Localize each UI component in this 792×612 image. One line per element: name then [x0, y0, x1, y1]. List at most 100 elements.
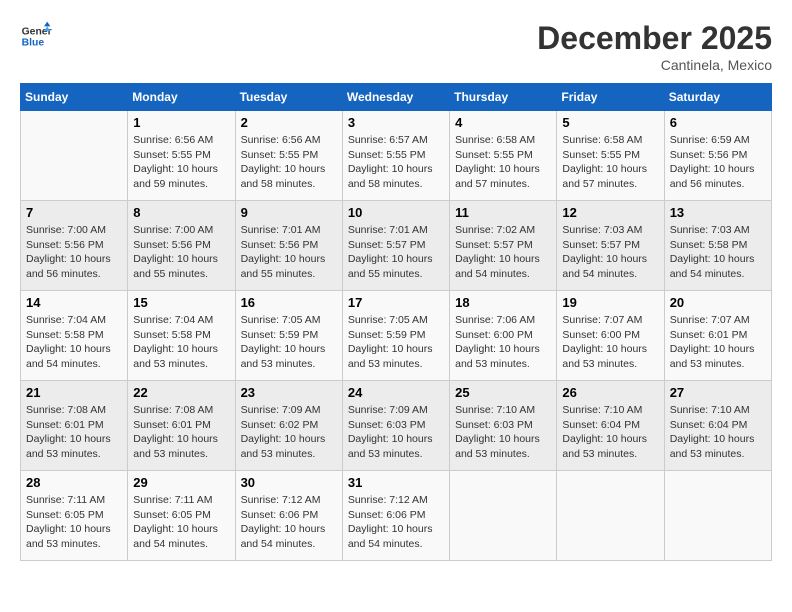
day-number: 20 — [670, 295, 766, 310]
calendar-cell: 13 Sunrise: 7:03 AMSunset: 5:58 PMDayligh… — [664, 201, 771, 291]
day-number: 13 — [670, 205, 766, 220]
day-number: 21 — [26, 385, 122, 400]
day-info: Sunrise: 7:07 AMSunset: 6:01 PMDaylight:… — [670, 313, 766, 372]
calendar-table: SundayMondayTuesdayWednesdayThursdayFrid… — [20, 83, 772, 561]
day-info: Sunrise: 6:56 AMSunset: 5:55 PMDaylight:… — [241, 133, 337, 192]
day-info: Sunrise: 7:01 AMSunset: 5:57 PMDaylight:… — [348, 223, 444, 282]
day-number: 23 — [241, 385, 337, 400]
calendar-cell: 26Sunrise: 7:10 AMSunset: 6:04 PMDayligh… — [557, 381, 664, 471]
col-header-friday: Friday — [557, 84, 664, 111]
calendar-cell: 23 Sunrise: 7:09 AMSunset: 6:02 PMDayligh… — [235, 381, 342, 471]
day-number: 29 — [133, 475, 229, 490]
calendar-cell: 15Sunrise: 7:04 AMSunset: 5:58 PMDayligh… — [128, 291, 235, 381]
day-number: 25 — [455, 385, 551, 400]
day-number: 11 — [455, 205, 551, 220]
day-info: Sunrise: 6:56 AMSunset: 5:55 PMDaylight:… — [133, 133, 229, 192]
week-row-2: 7 Sunrise: 7:00 AMSunset: 5:56 PMDaylight… — [21, 201, 772, 291]
day-info: Sunrise: 7:03 AMSunset: 5:57 PMDaylight:… — [562, 223, 658, 282]
calendar-cell: 5 Sunrise: 6:58 AMSunset: 5:55 PMDaylight… — [557, 111, 664, 201]
calendar-cell — [450, 471, 557, 561]
day-number: 3 — [348, 115, 444, 130]
calendar-cell: 22Sunrise: 7:08 AMSunset: 6:01 PMDayligh… — [128, 381, 235, 471]
location-subtitle: Cantinela, Mexico — [537, 57, 772, 73]
calendar-cell: 16Sunrise: 7:05 AMSunset: 5:59 PMDayligh… — [235, 291, 342, 381]
week-row-5: 28 Sunrise: 7:11 AMSunset: 6:05 PMDayligh… — [21, 471, 772, 561]
day-number: 9 — [241, 205, 337, 220]
day-info: Sunrise: 7:07 AMSunset: 6:00 PMDaylight:… — [562, 313, 658, 372]
calendar-cell: 30Sunrise: 7:12 AMSunset: 6:06 PMDayligh… — [235, 471, 342, 561]
day-info: Sunrise: 7:04 AMSunset: 5:58 PMDaylight:… — [26, 313, 122, 372]
day-number: 12 — [562, 205, 658, 220]
logo-icon: General Blue — [20, 20, 52, 52]
col-header-tuesday: Tuesday — [235, 84, 342, 111]
col-header-sunday: Sunday — [21, 84, 128, 111]
day-info: Sunrise: 7:11 AMSunset: 6:05 PMDaylight:… — [133, 493, 229, 552]
calendar-cell: 4Sunrise: 6:58 AMSunset: 5:55 PMDaylight… — [450, 111, 557, 201]
day-info: Sunrise: 7:05 AMSunset: 5:59 PMDaylight:… — [241, 313, 337, 372]
day-info: Sunrise: 7:03 AMSunset: 5:58 PMDaylight:… — [670, 223, 766, 282]
calendar-cell: 17 Sunrise: 7:05 AMSunset: 5:59 PMDayligh… — [342, 291, 449, 381]
month-title: December 2025 — [537, 20, 772, 57]
day-info: Sunrise: 7:10 AMSunset: 6:04 PMDaylight:… — [670, 403, 766, 462]
calendar-cell: 25 Sunrise: 7:10 AMSunset: 6:03 PMDayligh… — [450, 381, 557, 471]
calendar-cell: 2 Sunrise: 6:56 AMSunset: 5:55 PMDaylight… — [235, 111, 342, 201]
day-number: 8 — [133, 205, 229, 220]
day-number: 27 — [670, 385, 766, 400]
title-block: December 2025 Cantinela, Mexico — [537, 20, 772, 73]
calendar-cell: 9 Sunrise: 7:01 AMSunset: 5:56 PMDaylight… — [235, 201, 342, 291]
day-info: Sunrise: 7:00 AMSunset: 5:56 PMDaylight:… — [133, 223, 229, 282]
day-number: 7 — [26, 205, 122, 220]
logo: General Blue — [20, 20, 52, 52]
calendar-cell: 21Sunrise: 7:08 AMSunset: 6:01 PMDayligh… — [21, 381, 128, 471]
calendar-cell: 7Sunrise: 7:00 AMSunset: 5:56 PMDaylight… — [21, 201, 128, 291]
calendar-cell — [557, 471, 664, 561]
day-info: Sunrise: 7:10 AMSunset: 6:03 PMDaylight:… — [455, 403, 551, 462]
day-number: 15 — [133, 295, 229, 310]
svg-text:Blue: Blue — [22, 38, 45, 49]
calendar-cell: 14Sunrise: 7:04 AMSunset: 5:58 PMDayligh… — [21, 291, 128, 381]
calendar-cell: 27 Sunrise: 7:10 AMSunset: 6:04 PMDayligh… — [664, 381, 771, 471]
calendar-cell: 3Sunrise: 6:57 AMSunset: 5:55 PMDaylight… — [342, 111, 449, 201]
day-info: Sunrise: 7:11 AMSunset: 6:05 PMDaylight:… — [26, 493, 122, 552]
calendar-cell: 6Sunrise: 6:59 AMSunset: 5:56 PMDaylight… — [664, 111, 771, 201]
day-number: 5 — [562, 115, 658, 130]
calendar-cell — [21, 111, 128, 201]
calendar-cell: 20 Sunrise: 7:07 AMSunset: 6:01 PMDayligh… — [664, 291, 771, 381]
day-number: 19 — [562, 295, 658, 310]
calendar-cell: 29 Sunrise: 7:11 AMSunset: 6:05 PMDayligh… — [128, 471, 235, 561]
week-row-1: 1 Sunrise: 6:56 AMSunset: 5:55 PMDaylight… — [21, 111, 772, 201]
calendar-cell: 11 Sunrise: 7:02 AMSunset: 5:57 PMDayligh… — [450, 201, 557, 291]
day-number: 6 — [670, 115, 766, 130]
calendar-cell: 10 Sunrise: 7:01 AMSunset: 5:57 PMDayligh… — [342, 201, 449, 291]
day-number: 17 — [348, 295, 444, 310]
day-number: 28 — [26, 475, 122, 490]
week-row-3: 14Sunrise: 7:04 AMSunset: 5:58 PMDayligh… — [21, 291, 772, 381]
page-header: General Blue December 2025 Cantinela, Me… — [20, 20, 772, 73]
calendar-cell: 19 Sunrise: 7:07 AMSunset: 6:00 PMDayligh… — [557, 291, 664, 381]
day-number: 10 — [348, 205, 444, 220]
day-number: 2 — [241, 115, 337, 130]
calendar-cell: 1 Sunrise: 6:56 AMSunset: 5:55 PMDaylight… — [128, 111, 235, 201]
col-header-wednesday: Wednesday — [342, 84, 449, 111]
col-header-thursday: Thursday — [450, 84, 557, 111]
day-number: 30 — [241, 475, 337, 490]
day-number: 1 — [133, 115, 229, 130]
day-info: Sunrise: 7:05 AMSunset: 5:59 PMDaylight:… — [348, 313, 444, 372]
calendar-cell: 28 Sunrise: 7:11 AMSunset: 6:05 PMDayligh… — [21, 471, 128, 561]
day-number: 18 — [455, 295, 551, 310]
calendar-cell: 31Sunrise: 7:12 AMSunset: 6:06 PMDayligh… — [342, 471, 449, 561]
day-info: Sunrise: 6:58 AMSunset: 5:55 PMDaylight:… — [455, 133, 551, 192]
calendar-cell: 18 Sunrise: 7:06 AMSunset: 6:00 PMDayligh… — [450, 291, 557, 381]
calendar-cell: 8 Sunrise: 7:00 AMSunset: 5:56 PMDaylight… — [128, 201, 235, 291]
day-info: Sunrise: 7:09 AMSunset: 6:02 PMDaylight:… — [241, 403, 337, 462]
day-info: Sunrise: 7:01 AMSunset: 5:56 PMDaylight:… — [241, 223, 337, 282]
day-info: Sunrise: 7:09 AMSunset: 6:03 PMDaylight:… — [348, 403, 444, 462]
calendar-cell: 24 Sunrise: 7:09 AMSunset: 6:03 PMDayligh… — [342, 381, 449, 471]
calendar-cell — [664, 471, 771, 561]
day-info: Sunrise: 6:58 AMSunset: 5:55 PMDaylight:… — [562, 133, 658, 192]
day-number: 24 — [348, 385, 444, 400]
day-info: Sunrise: 7:02 AMSunset: 5:57 PMDaylight:… — [455, 223, 551, 282]
day-number: 26 — [562, 385, 658, 400]
day-info: Sunrise: 7:06 AMSunset: 6:00 PMDaylight:… — [455, 313, 551, 372]
calendar-cell: 12 Sunrise: 7:03 AMSunset: 5:57 PMDayligh… — [557, 201, 664, 291]
